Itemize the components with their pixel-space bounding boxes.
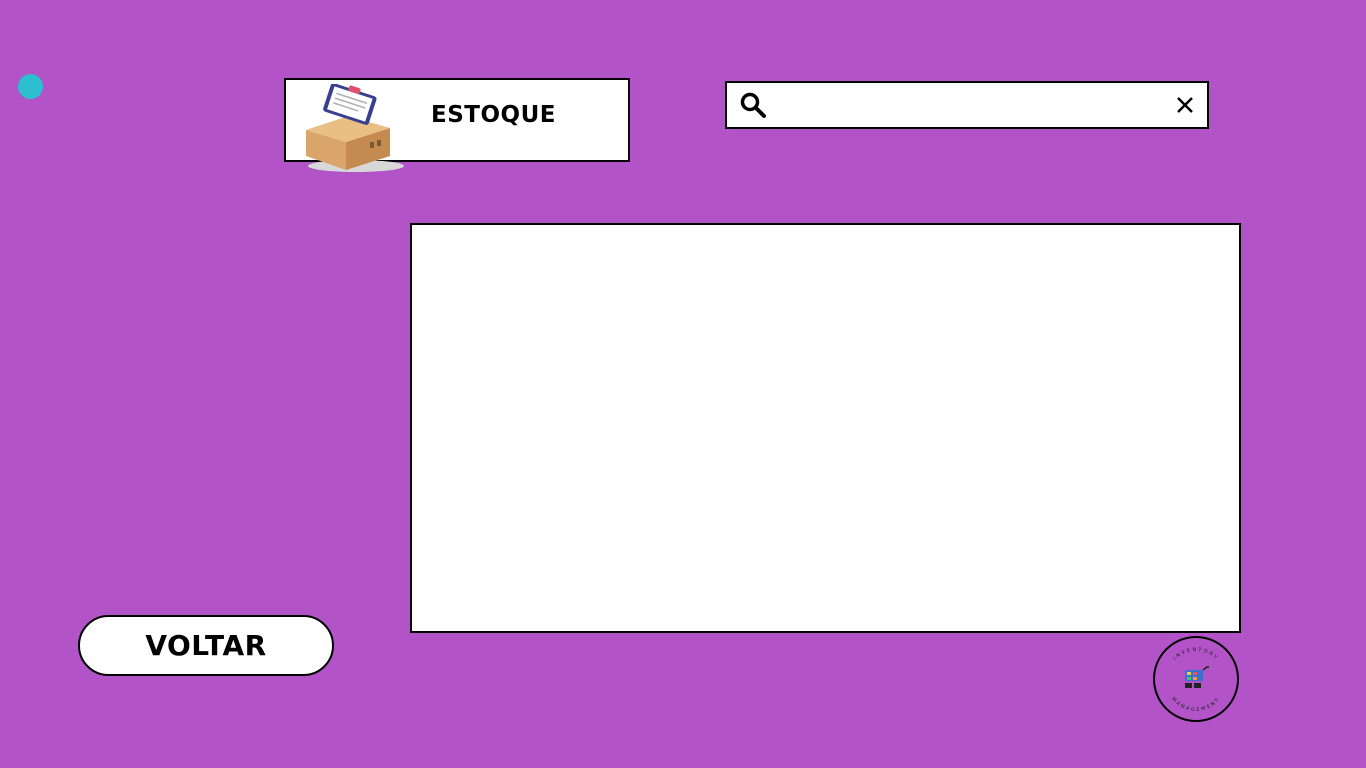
search-input[interactable] [777, 89, 1161, 123]
page-title-box: ESTOQUE [284, 78, 630, 172]
status-dot [18, 74, 43, 99]
close-icon[interactable] [1173, 93, 1197, 117]
search-bar[interactable] [725, 81, 1209, 129]
inventory-box-clipboard-icon [306, 84, 404, 172]
search-icon[interactable] [739, 91, 767, 119]
inventory-list-panel [410, 223, 1241, 633]
back-button[interactable]: VOLTAR [78, 615, 334, 676]
inventory-management-logo: INVENTORY MANAGEMENT [1153, 636, 1239, 722]
page-title: ESTOQUE [431, 102, 556, 128]
